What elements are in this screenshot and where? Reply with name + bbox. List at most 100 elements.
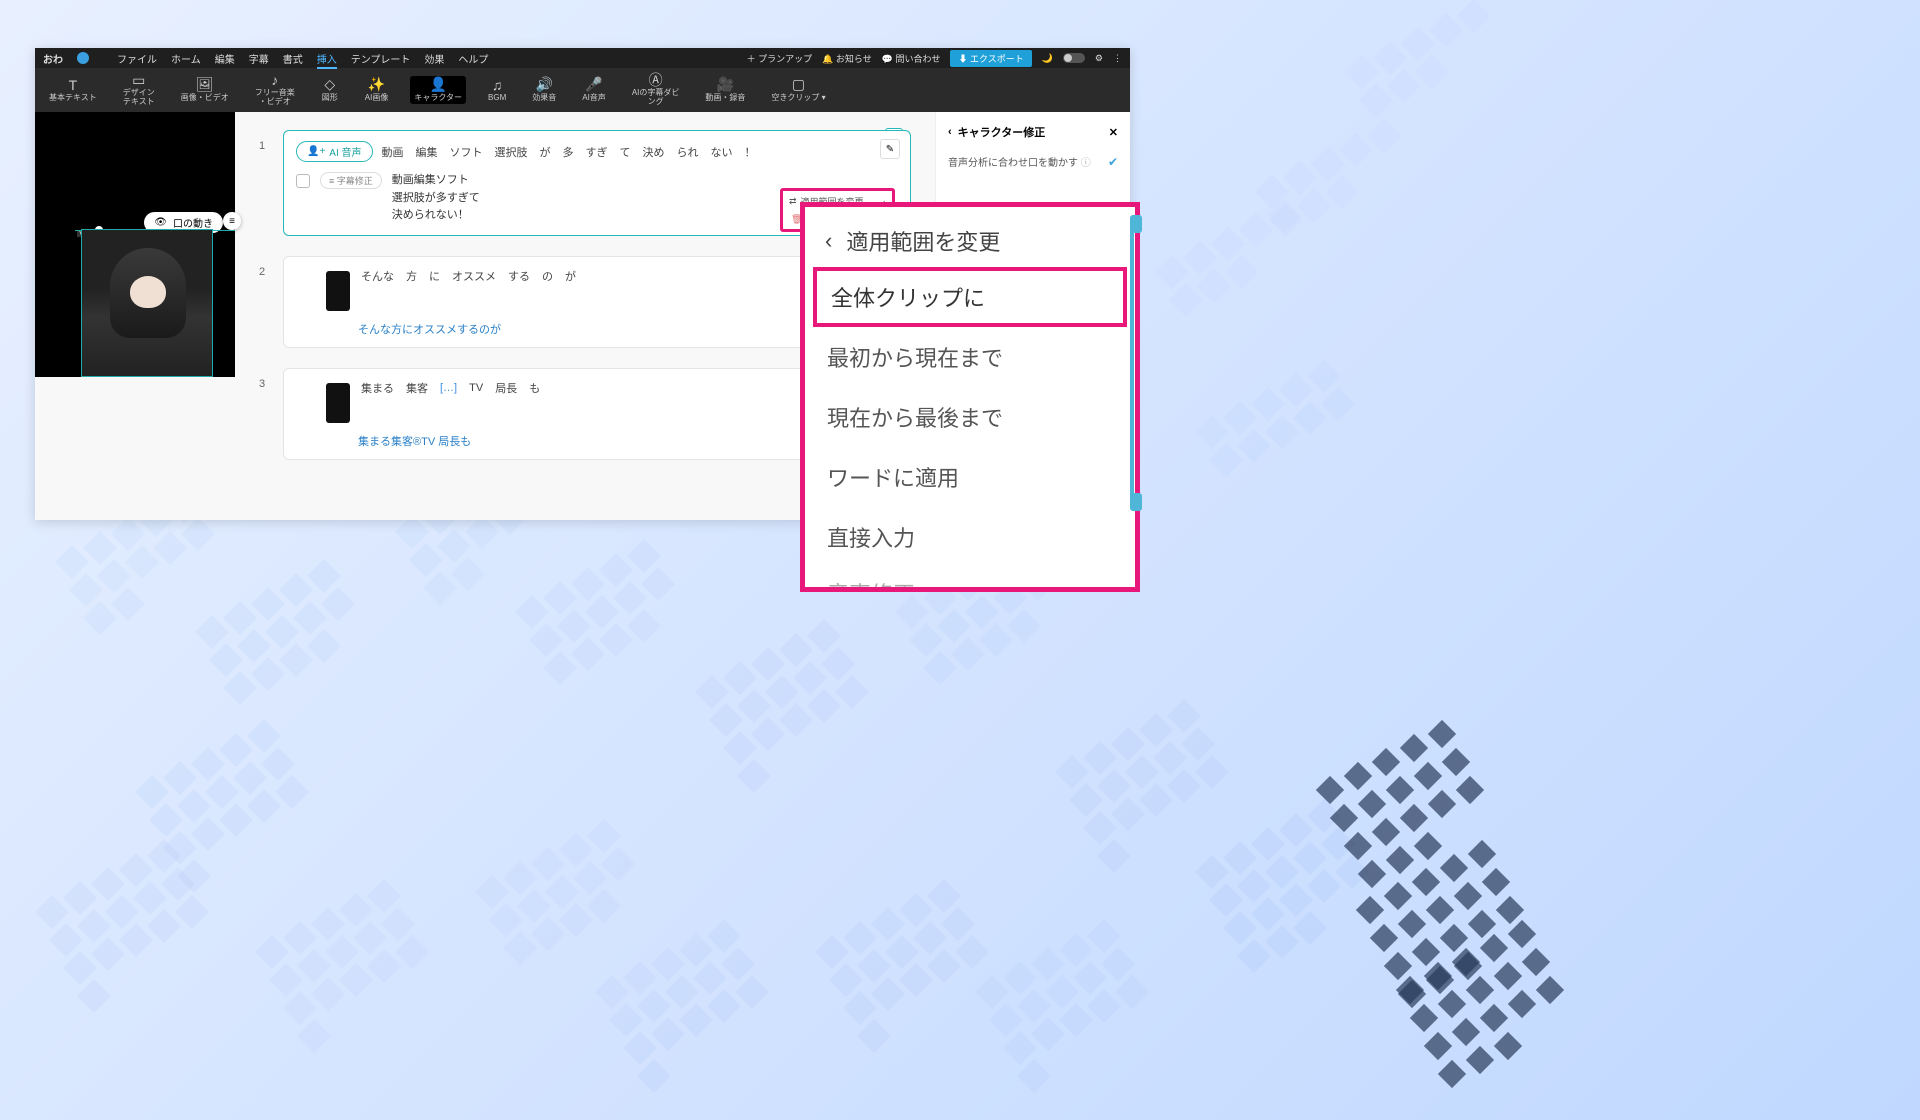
menu-back-icon[interactable]: ‹ (825, 228, 832, 254)
scope-option[interactable]: ワードに適用 (805, 447, 1135, 507)
tool-icon: ▢ (790, 78, 808, 92)
person-icon: 👤+ (307, 146, 325, 157)
brand: おわ (43, 51, 63, 66)
token[interactable]: の (539, 267, 556, 285)
chip-label: 口の動き (173, 215, 213, 230)
tool-icon: 🔊 (535, 78, 553, 92)
menu-テンプレート[interactable]: テンプレート (351, 55, 411, 66)
token[interactable]: 集まる (358, 379, 397, 397)
token[interactable]: ！ (742, 143, 759, 161)
subtitle-fix-pill[interactable]: ≡ 字幕修正 (320, 172, 382, 189)
tool-icon: ▭ (130, 73, 148, 87)
eye-icon: 👁 (154, 217, 167, 228)
menu-書式[interactable]: 書式 (283, 55, 303, 66)
menu-編集[interactable]: 編集 (215, 55, 235, 66)
token[interactable]: 集客 (403, 379, 431, 397)
tool-icon: ✨ (368, 78, 386, 92)
token[interactable]: TV (466, 381, 486, 395)
clip-thumbnail[interactable] (326, 271, 350, 311)
token[interactable]: が (562, 267, 579, 285)
menu-cutoff: 音声修正 (805, 567, 1135, 587)
tool-フリー音楽・ビデオ[interactable]: ♪フリー音楽 ・ビデオ (251, 71, 299, 109)
menu-ヘルプ[interactable]: ヘルプ (458, 55, 488, 66)
export-button[interactable]: ⬇ エクスポート (950, 50, 1031, 67)
token[interactable]: 多 (560, 143, 577, 161)
token[interactable]: に (426, 267, 443, 285)
toolbar: T基本テキスト ▭デザイン テキスト 🖼画像・ビデオ ♪フリー音楽 ・ビデオ ◇図形 ✨A… (35, 68, 1130, 112)
menu-挿入[interactable]: 挿入 (317, 55, 337, 69)
token[interactable]: て (617, 143, 634, 161)
more-icon[interactable]: ⋮ (1113, 53, 1122, 64)
back-icon[interactable]: ‹ (948, 126, 952, 138)
tool-画像・ビデオ[interactable]: 🖼画像・ビデオ (177, 76, 233, 105)
scope-option[interactable]: 現在から最後まで (805, 387, 1135, 447)
contact-link[interactable]: 💬 問い合わせ (882, 52, 941, 65)
close-icon[interactable]: ✕ (1109, 126, 1118, 139)
scope-option[interactable]: 直接入力 (805, 507, 1135, 567)
tool-icon: ♫ (488, 78, 506, 92)
tool-基本テキスト[interactable]: T基本テキスト (45, 76, 101, 105)
menu-ファイル[interactable]: ファイル (117, 55, 157, 66)
scope-option[interactable]: 最初から現在まで (805, 327, 1135, 387)
plan-upgrade[interactable]: ＋ プランアップ (747, 52, 813, 65)
scope-option[interactable]: 全体クリップに (813, 267, 1127, 327)
token[interactable]: が (537, 143, 554, 161)
token[interactable]: 選択肢 (492, 143, 531, 161)
token[interactable]: オススメ (449, 267, 499, 285)
tool-デザインテキスト[interactable]: ▭デザイン テキスト (119, 71, 159, 109)
row-checkbox[interactable] (296, 174, 310, 188)
lipsync-label: 音声分析に合わせ口を動かす (948, 158, 1078, 169)
preview-panel: 👁 口の動き ≡ VIDEO (35, 112, 235, 377)
info-icon[interactable]: ⓘ (1081, 158, 1091, 169)
lipsync-check[interactable]: ✔ (1108, 155, 1118, 169)
menubar: おわ ファイル ホーム 編集 字幕 書式 挿入 テンプレート 効果 ヘルプ ＋ プランアップ 🔔… (35, 48, 1130, 68)
token[interactable]: すぎ (583, 143, 611, 161)
tool-BGM[interactable]: ♫BGM (484, 76, 510, 105)
token[interactable]: 方 (403, 267, 420, 285)
tool-動画・録音[interactable]: 🎥動画・録音 (701, 76, 749, 105)
theme-toggle[interactable] (1063, 53, 1085, 63)
menu-title: 適用範囲を変更 (846, 225, 1000, 257)
tool-icon: ♪ (266, 73, 284, 87)
clip-thumbnail[interactable] (326, 383, 350, 423)
sidepanel-title: キャラクター修正 (958, 124, 1046, 140)
settings-icon[interactable]: ⚙ (1095, 53, 1103, 64)
notice-link[interactable]: 🔔 お知らせ (822, 52, 872, 65)
token[interactable]: そんな (358, 267, 397, 285)
menu-ホーム[interactable]: ホーム (171, 55, 201, 66)
token[interactable]: する (505, 267, 533, 285)
tool-空きクリップ▾[interactable]: ▢空きクリップ ▾ (767, 76, 829, 105)
menu-字幕[interactable]: 字幕 (249, 55, 269, 66)
tool-icon: 🖼 (196, 78, 214, 92)
character-preview[interactable] (81, 229, 213, 377)
menu-効果[interactable]: 効果 (424, 55, 444, 66)
tool-AIの字幕ダビング[interactable]: ⒶAIの字幕ダビ ング (628, 71, 684, 109)
ai-voice-pill[interactable]: 👤+AI 音声 (296, 141, 373, 162)
token[interactable]: 動画 (379, 143, 407, 161)
row-number: 3 (259, 368, 271, 460)
row-number: 2 (259, 256, 271, 348)
token[interactable]: […] (437, 381, 460, 395)
scope-menu: ‹ 適用範囲を変更 全体クリップに最初から現在まで現在から最後までワードに適用直… (800, 202, 1140, 592)
token[interactable]: 決め (640, 143, 668, 161)
tool-icon: 🎤 (585, 78, 603, 92)
tool-icon: T (64, 78, 82, 92)
scope-icon: ⇄ (789, 196, 797, 207)
tool-キャラクター[interactable]: 👤キャラクター (410, 76, 466, 105)
tool-icon: ◇ (321, 78, 339, 92)
menu-slider[interactable] (1125, 215, 1139, 511)
token[interactable]: も (526, 379, 543, 397)
token[interactable]: ソフト (447, 143, 486, 161)
row-number: 1 (259, 130, 271, 236)
user-avatar[interactable] (77, 52, 89, 64)
subtitle-text: 動画編集ソフト選択肢が多すぎて決められない！ (392, 172, 480, 225)
token[interactable]: 編集 (413, 143, 441, 161)
edit-button[interactable]: ✎ (880, 139, 900, 159)
tool-AI画像[interactable]: ✨AI画像 (361, 76, 393, 105)
tool-図形[interactable]: ◇図形 (317, 76, 343, 105)
tool-AI音声[interactable]: 🎤AI音声 (578, 76, 610, 105)
tool-効果音[interactable]: 🔊効果音 (528, 76, 560, 105)
token[interactable]: 局長 (492, 379, 520, 397)
token[interactable]: ない (708, 143, 736, 161)
token[interactable]: られ (674, 143, 702, 161)
